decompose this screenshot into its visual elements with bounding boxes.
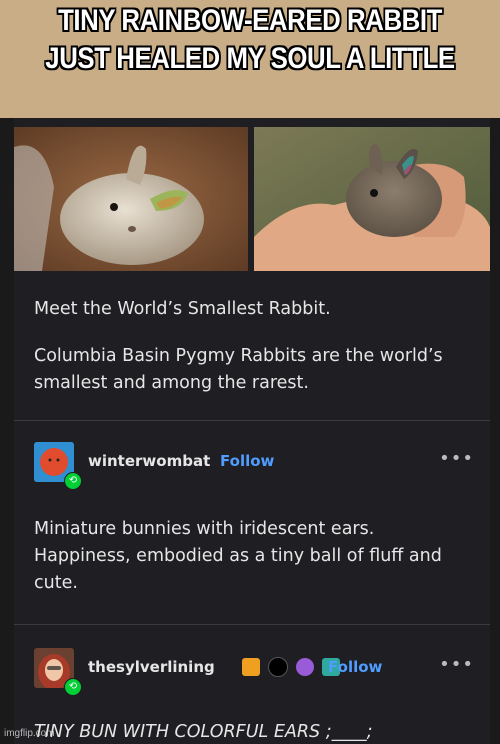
reblog-icon: ⟲ — [64, 472, 82, 490]
more-options-icon[interactable]: ••• — [439, 654, 474, 675]
crown-badge-icon — [242, 657, 260, 676]
reblog-text: Miniature bunnies with iridescent ears. … — [34, 519, 442, 593]
imgflip-watermark: imgflip.com — [4, 728, 55, 739]
follow-button[interactable]: Follow — [328, 658, 382, 676]
purple-badge-icon — [296, 657, 315, 676]
post-heading: Meet the World’s Smallest Rabbit. — [34, 299, 331, 319]
rabbit-photo-right — [254, 127, 490, 271]
reblog-header-winterwombat: ⟲ winterwombat Follow ••• — [34, 442, 474, 490]
username[interactable]: winterwombat — [88, 452, 210, 470]
tumblr-post: Meet the World’s Smallest Rabbit. Columb… — [14, 118, 490, 744]
rabbit-in-dirt-image — [14, 127, 248, 271]
dark-circle-badge-icon — [268, 656, 289, 677]
rabbit-photo-left — [14, 127, 248, 271]
more-options-icon[interactable]: ••• — [439, 448, 474, 469]
follow-button[interactable]: Follow — [220, 452, 274, 470]
divider — [14, 624, 490, 625]
reblog-text: TINY BUN WITH COLORFUL EARS ;____; — [34, 722, 373, 742]
meme-title-line-1: TINY RAINBOW-EARED RABBIT — [58, 4, 442, 37]
divider — [14, 420, 490, 421]
reblog-icon: ⟲ — [64, 678, 82, 696]
username[interactable]: thesylverlining — [88, 658, 215, 676]
rabbit-in-hand-image — [254, 127, 490, 271]
meme-title: TINY RAINBOW-EARED RABBIT JUST HEALED MY… — [35, 2, 465, 78]
reblog-header-thesylverlining: ⟲ thesylverlining Follow ••• — [34, 648, 474, 696]
meme-header: TINY RAINBOW-EARED RABBIT JUST HEALED MY… — [0, 0, 500, 118]
meme-title-line-2: JUST HEALED MY SOUL A LITTLE — [45, 42, 455, 75]
post-body: Columbia Basin Pygmy Rabbits are the wor… — [34, 346, 443, 393]
